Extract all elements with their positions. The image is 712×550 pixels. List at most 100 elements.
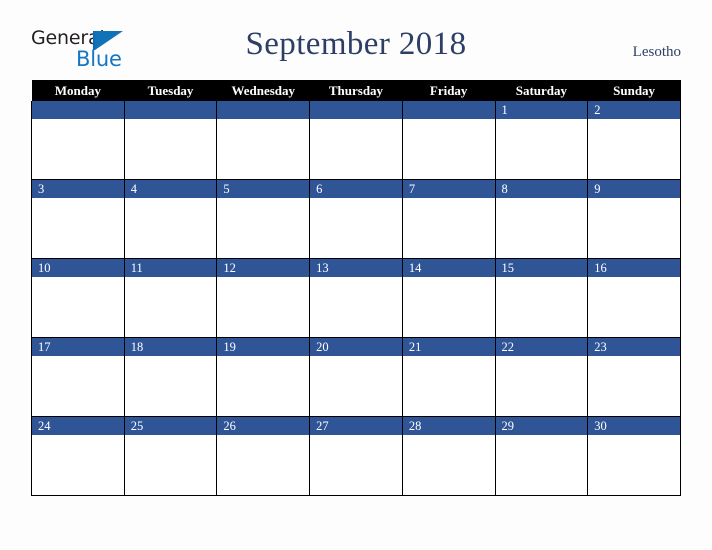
day-cell-body[interactable] (402, 435, 495, 494)
day-cell[interactable]: 3 (31, 179, 125, 259)
day-cell-body[interactable] (310, 435, 402, 494)
day-number: 18 (124, 338, 217, 356)
day-number: 3 (32, 180, 124, 198)
day-number (217, 101, 310, 119)
day-cell-body[interactable] (495, 356, 588, 415)
day-cell-body[interactable] (32, 435, 124, 494)
day-cell-body[interactable] (217, 119, 310, 178)
day-cell-body[interactable] (310, 119, 402, 178)
day-cell[interactable] (309, 101, 403, 180)
day-cell-body[interactable] (402, 356, 495, 415)
day-cell-body[interactable] (588, 198, 680, 257)
day-cell[interactable]: 15 (494, 258, 589, 338)
day-cell[interactable]: 25 (123, 416, 218, 496)
day-cell[interactable]: 5 (216, 179, 311, 259)
day-cell-body[interactable] (588, 435, 680, 494)
day-cell[interactable]: 23 (587, 337, 681, 417)
day-cell-body[interactable] (310, 198, 402, 257)
day-number: 29 (495, 417, 588, 435)
day-cell-body[interactable] (124, 435, 217, 494)
day-cell[interactable]: 2 (587, 101, 681, 180)
calendar-table: Monday Tuesday Wednesday Thursday Friday… (31, 80, 681, 496)
day-number: 11 (124, 259, 217, 277)
day-cell-body[interactable] (495, 277, 588, 336)
weekday-header-wednesday: Wednesday (216, 80, 310, 101)
day-cell-body[interactable] (402, 198, 495, 257)
day-cell-body[interactable] (588, 356, 680, 415)
day-cell-body[interactable] (495, 119, 588, 178)
day-cell-body[interactable] (588, 277, 680, 336)
day-cell[interactable]: 28 (401, 416, 496, 496)
day-cell-body[interactable] (588, 119, 680, 178)
day-cell[interactable]: 12 (216, 258, 311, 338)
day-cell[interactable] (123, 101, 218, 180)
day-cell[interactable]: 17 (31, 337, 125, 417)
day-cell-body[interactable] (310, 277, 402, 336)
page-header: General Blue September 2018 Lesotho (0, 0, 712, 80)
day-cell-body[interactable] (217, 435, 310, 494)
day-cell[interactable]: 13 (309, 258, 403, 338)
day-cell-body[interactable] (124, 356, 217, 415)
day-cell-body[interactable] (217, 198, 310, 257)
day-cell[interactable]: 9 (587, 179, 681, 259)
day-cell-body[interactable] (32, 356, 124, 415)
calendar-week-row: 24 25 26 27 28 29 30 (31, 416, 681, 496)
day-cell-body[interactable] (124, 119, 217, 178)
calendar-week-row: 3 4 5 6 7 8 9 (31, 179, 681, 259)
day-cell-body[interactable] (32, 277, 124, 336)
calendar-week-row: 17 18 19 20 21 22 23 (31, 337, 681, 417)
day-cell[interactable]: 29 (494, 416, 589, 496)
day-cell[interactable]: 8 (494, 179, 589, 259)
day-cell-body[interactable] (310, 356, 402, 415)
day-cell[interactable]: 16 (587, 258, 681, 338)
day-number: 20 (310, 338, 402, 356)
day-number: 25 (124, 417, 217, 435)
day-cell[interactable]: 19 (216, 337, 311, 417)
day-number: 8 (495, 180, 588, 198)
day-cell[interactable]: 21 (401, 337, 496, 417)
day-cell-body[interactable] (32, 119, 124, 178)
day-cell[interactable]: 1 (494, 101, 589, 180)
day-number (310, 101, 402, 119)
day-cell[interactable]: 24 (31, 416, 125, 496)
weekday-header-saturday: Saturday (495, 80, 588, 101)
day-cell[interactable] (216, 101, 311, 180)
day-cell[interactable]: 22 (494, 337, 589, 417)
day-cell[interactable]: 6 (309, 179, 403, 259)
day-cell[interactable]: 30 (587, 416, 681, 496)
day-cell-body[interactable] (124, 198, 217, 257)
day-number: 19 (217, 338, 310, 356)
day-cell-body[interactable] (402, 119, 495, 178)
day-number: 9 (588, 180, 680, 198)
day-number: 15 (495, 259, 588, 277)
day-number: 13 (310, 259, 402, 277)
calendar-header-row: Monday Tuesday Wednesday Thursday Friday… (31, 80, 681, 101)
day-cell-body[interactable] (402, 277, 495, 336)
day-number (402, 101, 495, 119)
day-cell-body[interactable] (32, 198, 124, 257)
day-cell[interactable] (31, 101, 125, 180)
weekday-header-monday: Monday (31, 80, 125, 101)
day-cell[interactable]: 4 (123, 179, 218, 259)
day-cell[interactable]: 10 (31, 258, 125, 338)
day-cell[interactable]: 20 (309, 337, 403, 417)
day-cell-body[interactable] (217, 277, 310, 336)
day-number: 4 (124, 180, 217, 198)
day-cell[interactable]: 14 (401, 258, 496, 338)
day-number: 26 (217, 417, 310, 435)
calendar-week-row: 1 2 (31, 101, 681, 180)
day-cell[interactable]: 27 (309, 416, 403, 496)
calendar-week-row: 10 11 12 13 14 15 16 (31, 258, 681, 338)
day-cell-body[interactable] (495, 198, 588, 257)
weekday-header-tuesday: Tuesday (124, 80, 217, 101)
day-cell[interactable]: 7 (401, 179, 496, 259)
day-cell-body[interactable] (495, 435, 588, 494)
day-cell[interactable]: 11 (123, 258, 218, 338)
day-cell[interactable]: 26 (216, 416, 311, 496)
day-number: 16 (588, 259, 680, 277)
day-number: 1 (495, 101, 588, 119)
day-cell-body[interactable] (124, 277, 217, 336)
day-cell[interactable]: 18 (123, 337, 218, 417)
day-cell-body[interactable] (217, 356, 310, 415)
day-cell[interactable] (401, 101, 496, 180)
